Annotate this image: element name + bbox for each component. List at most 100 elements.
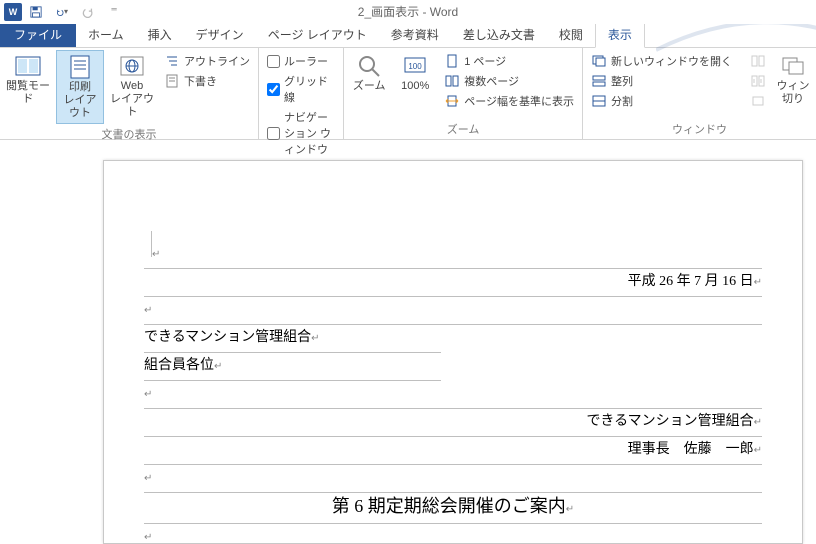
ribbon-tabs: ファイル ホーム 挿入 デザイン ページ レイアウト 参考資料 差し込み文書 校… (0, 24, 816, 48)
doc-date-line: 平成 26 年 7 月 16 日↵ (144, 269, 762, 297)
outline-label: アウトライン (184, 53, 250, 69)
read-mode-icon (15, 54, 41, 78)
arrange-all-button[interactable]: 整列 (587, 72, 736, 90)
doc-sender1: できるマンション管理組合 (586, 414, 753, 429)
window-title: 2_画面表示 - Word (358, 3, 458, 20)
document-page[interactable]: ↵ 平成 26 年 7 月 16 日↵ ↵ できるマンション管理組合↵ 組合員各… (103, 160, 803, 544)
redo-icon (82, 5, 94, 19)
reset-window-button[interactable] (746, 92, 770, 110)
switch-windows-label-2: 切り (782, 93, 804, 106)
ruler-label: ルーラー (284, 53, 328, 69)
outline-icon (164, 53, 180, 69)
document-area[interactable]: ↵ 平成 26 年 7 月 16 日↵ ↵ できるマンション管理組合↵ 組合員各… (0, 140, 816, 544)
multi-page-button[interactable]: 複数ページ (440, 72, 578, 90)
print-layout-label-1: 印刷 (69, 81, 91, 94)
read-mode-label: 閲覧モード (6, 80, 50, 106)
undo-button[interactable]: ▾ (50, 2, 74, 22)
word-app-icon: W (4, 3, 22, 21)
doc-title: 第 6 期定期総会開催のご案内 (332, 496, 566, 516)
ruler-check-input[interactable] (267, 55, 280, 68)
doc-empty-line-4: ↵ (144, 465, 762, 493)
tab-insert[interactable]: 挿入 (136, 22, 184, 47)
split-button[interactable]: 分割 (587, 92, 736, 110)
one-page-icon (444, 53, 460, 69)
navpane-checkbox[interactable]: ナビゲーション ウィンドウ (263, 108, 339, 158)
draft-icon (164, 73, 180, 89)
draft-label: 下書き (184, 73, 217, 89)
read-mode-button[interactable]: 閲覧モード (4, 50, 52, 108)
zoom-button[interactable]: ズーム (348, 50, 390, 95)
split-label: 分割 (611, 93, 633, 109)
group-zoom-label: ズーム (348, 119, 578, 139)
tab-view[interactable]: 表示 (595, 21, 645, 48)
web-layout-label-1: Web (121, 80, 143, 93)
side-by-side-icon (750, 53, 766, 69)
tab-references[interactable]: 参考資料 (379, 22, 451, 47)
tab-review[interactable]: 校閲 (547, 22, 595, 47)
page-width-icon (444, 93, 460, 109)
split-icon (591, 93, 607, 109)
web-layout-button[interactable]: Web レイアウト (108, 50, 156, 122)
zoom-label: ズーム (353, 80, 386, 93)
print-layout-button[interactable]: 印刷 レイアウト (56, 50, 104, 124)
save-button[interactable] (24, 2, 48, 22)
group-window: 新しいウィンドウを開く 整列 分割 (583, 48, 816, 139)
tab-page-layout[interactable]: ページ レイアウト (256, 22, 379, 47)
reset-window-icon (750, 93, 766, 109)
gridlines-check-input[interactable] (267, 83, 280, 96)
redo-button[interactable] (76, 2, 100, 22)
draft-button[interactable]: 下書き (160, 72, 254, 90)
doc-recipient1-line: できるマンション管理組合↵ (144, 325, 441, 353)
one-page-label: 1 ページ (464, 53, 506, 69)
doc-empty-line-2: ↵ (144, 297, 762, 325)
switch-windows-icon (780, 54, 806, 78)
hundred-percent-label: 100% (401, 80, 429, 93)
doc-sender1-line: できるマンション管理組合↵ (144, 409, 762, 437)
tab-mailings[interactable]: 差し込み文書 (451, 22, 547, 47)
tab-design[interactable]: デザイン (184, 22, 256, 47)
group-window-label: ウィンドウ (587, 119, 812, 139)
doc-date: 平成 26 年 7 月 16 日 (628, 274, 754, 289)
new-window-icon (591, 53, 607, 69)
arrange-all-icon (591, 73, 607, 89)
title-bar: W ▾ ⁼ 2_画面表示 - Word (0, 0, 816, 24)
print-layout-label-2: レイアウト (59, 94, 101, 120)
sync-scroll-button[interactable] (746, 72, 770, 90)
new-window-button[interactable]: 新しいウィンドウを開く (587, 52, 736, 70)
doc-sender2: 理事長 佐藤 一郎 (628, 442, 754, 457)
gridlines-label: グリッド線 (284, 73, 335, 105)
doc-empty-line-3: ↵ (144, 381, 762, 409)
doc-recipient2: 組合員各位 (144, 358, 214, 373)
side-by-side-button[interactable] (746, 52, 770, 70)
group-zoom: ズーム 100 100% 1 ページ (344, 48, 583, 139)
multi-page-icon (444, 73, 460, 89)
navpane-label: ナビゲーション ウィンドウ (284, 109, 335, 157)
doc-sender2-line: 理事長 佐藤 一郎↵ (144, 437, 762, 465)
page-width-button[interactable]: ページ幅を基準に表示 (440, 92, 578, 110)
hundred-percent-icon: 100 (402, 54, 428, 78)
qat-customize-button[interactable]: ⁼ (102, 2, 126, 22)
group-show: ルーラー グリッド線 ナビゲーション ウィンドウ 表示 (259, 48, 344, 139)
doc-title-line: 第 6 期定期総会開催のご案内↵ (144, 493, 762, 524)
group-views-label: 文書の表示 (4, 124, 254, 144)
sync-scroll-icon (750, 73, 766, 89)
print-layout-icon (67, 55, 93, 79)
quick-access-toolbar: W ▾ ⁼ (0, 2, 126, 22)
new-window-label: 新しいウィンドウを開く (611, 53, 732, 69)
hundred-percent-button[interactable]: 100 100% (394, 50, 436, 95)
one-page-button[interactable]: 1 ページ (440, 52, 578, 70)
multi-page-label: 複数ページ (464, 73, 519, 89)
undo-icon (56, 5, 64, 19)
ruler-checkbox[interactable]: ルーラー (263, 52, 339, 70)
save-icon (30, 5, 42, 19)
ribbon: 閲覧モード 印刷 レイアウト Web レイアウト (0, 48, 816, 140)
zoom-icon (356, 54, 382, 78)
navpane-check-input[interactable] (267, 127, 280, 140)
tab-file[interactable]: ファイル (0, 22, 76, 47)
doc-empty-line-5: ↵ (144, 524, 762, 544)
outline-button[interactable]: アウトライン (160, 52, 254, 70)
switch-windows-button[interactable]: ウィン 切り (774, 50, 812, 108)
tab-home[interactable]: ホーム (76, 22, 136, 47)
gridlines-checkbox[interactable]: グリッド線 (263, 72, 339, 106)
svg-text:100: 100 (409, 62, 423, 71)
